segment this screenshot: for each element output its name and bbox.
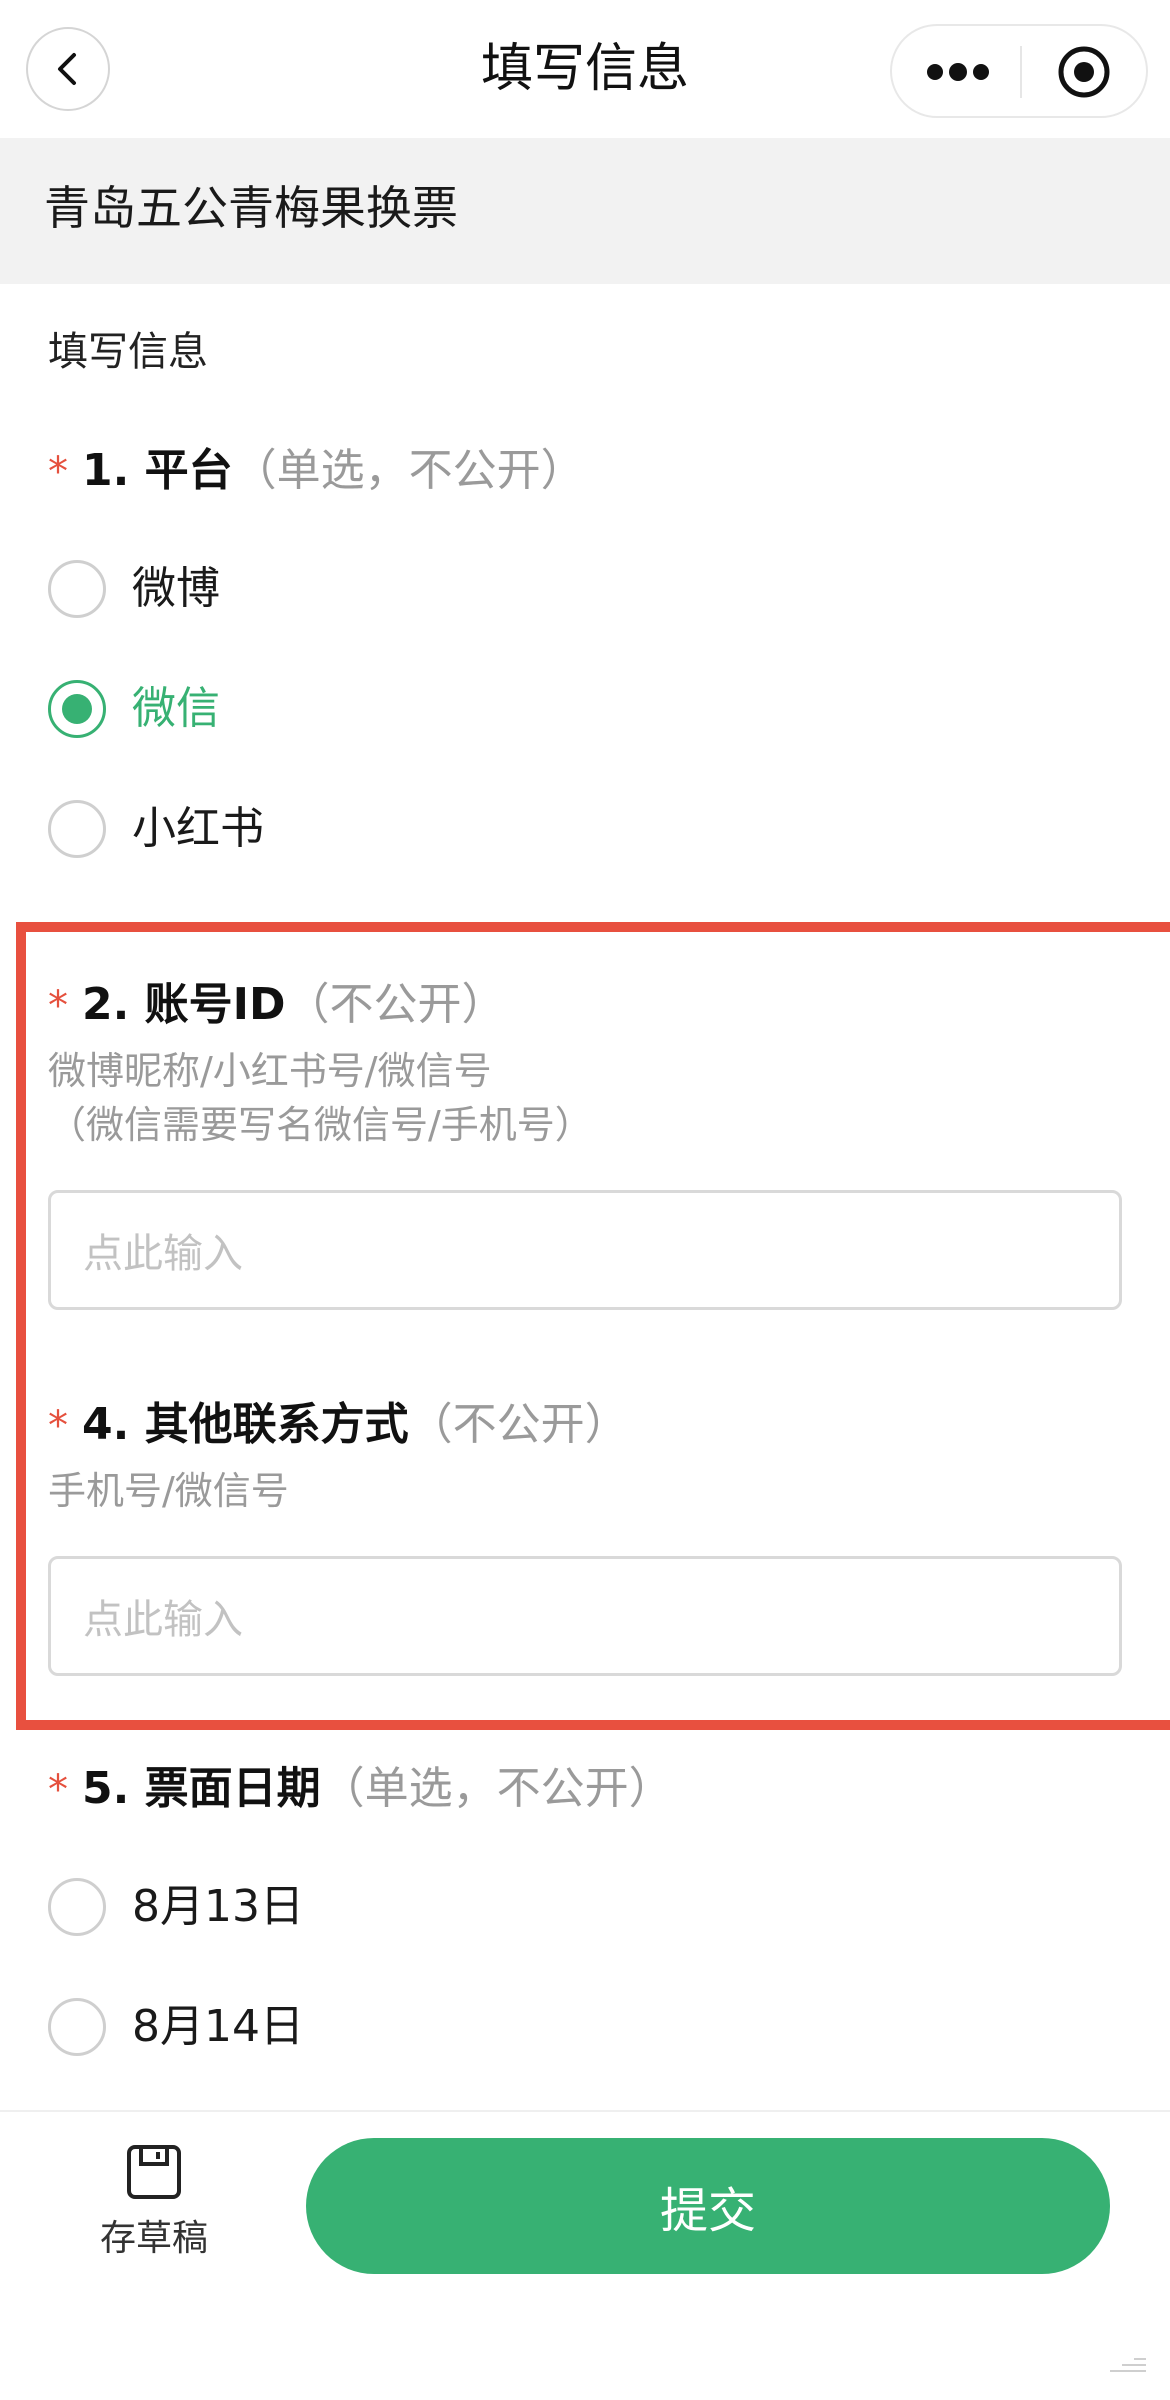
question-label: 1. 平台 [82,445,233,496]
resize-grip-icon [1110,2358,1146,2372]
radio-option-weibo[interactable]: 微博 [48,558,220,620]
option-label: 8月14日 [132,2001,304,2052]
mini-program-capsule [890,24,1148,118]
bottom-action-bar: 存草稿 提交 [0,2110,1170,2400]
radio-button[interactable] [48,800,106,858]
question-note: （单选，不公开） [320,1763,673,1814]
required-mark: * [48,1767,68,1813]
capsule-divider [1020,46,1022,98]
form-header: 青岛五公青梅果换票 [0,138,1170,284]
question-note: （单选，不公开） [232,445,585,496]
question-2-title: * 2. 账号ID（不公开） [48,974,506,1037]
required-mark: * [48,449,68,495]
question-note: （不公开） [408,1399,629,1450]
nav-bar: 填写信息 [0,0,1170,138]
section-heading: 填写信息 [48,329,208,375]
submit-button[interactable]: 提交 [306,2138,1110,2274]
contact-input[interactable]: 点此输入 [48,1556,1122,1676]
question-hint: 手机号/微信号 [48,1469,289,1513]
radio-option-wechat[interactable]: 微信 [48,678,220,740]
radio-option-aug14[interactable]: 8月14日 [48,1996,304,2058]
radio-option-aug13[interactable]: 8月13日 [48,1876,304,1938]
more-dots-icon [927,63,989,81]
account-id-input[interactable]: 点此输入 [48,1190,1122,1310]
input-placeholder: 点此输入 [83,1597,243,1643]
radio-button-selected[interactable] [48,680,106,738]
question-hint: 微博昵称/小红书号/微信号 [48,1049,492,1093]
form-title: 青岛五公青梅果换票 [44,181,458,235]
radio-button[interactable] [48,1878,106,1936]
option-label: 微信 [132,683,220,734]
question-1-title: * 1. 平台（单选，不公开） [48,440,585,503]
question-label: 5. 票面日期 [82,1763,321,1814]
radio-button[interactable] [48,1998,106,2056]
question-hint: （微信需要写名微信号/手机号） [48,1103,593,1147]
question-note: （不公开） [285,979,506,1030]
radio-button[interactable] [48,560,106,618]
radio-option-xiaohongshu[interactable]: 小红书 [48,798,264,860]
save-draft-icon [127,2145,181,2199]
required-mark: * [48,1403,68,1449]
question-5-title: * 5. 票面日期（单选，不公开） [48,1758,673,1821]
option-label: 微博 [132,563,220,614]
question-4-title: * 4. 其他联系方式（不公开） [48,1394,629,1457]
option-label: 小红书 [132,803,264,854]
required-mark: * [48,983,68,1029]
save-draft-label: 存草稿 [99,2218,208,2259]
input-placeholder: 点此输入 [83,1231,243,1277]
target-circle-icon [1058,46,1110,98]
close-button[interactable] [1044,44,1124,100]
question-label: 4. 其他联系方式 [82,1399,409,1450]
option-label: 8月13日 [132,1881,304,1932]
question-label: 2. 账号ID [82,979,286,1030]
save-draft-button[interactable]: 存草稿 [84,2142,224,2292]
more-button[interactable] [918,44,998,100]
